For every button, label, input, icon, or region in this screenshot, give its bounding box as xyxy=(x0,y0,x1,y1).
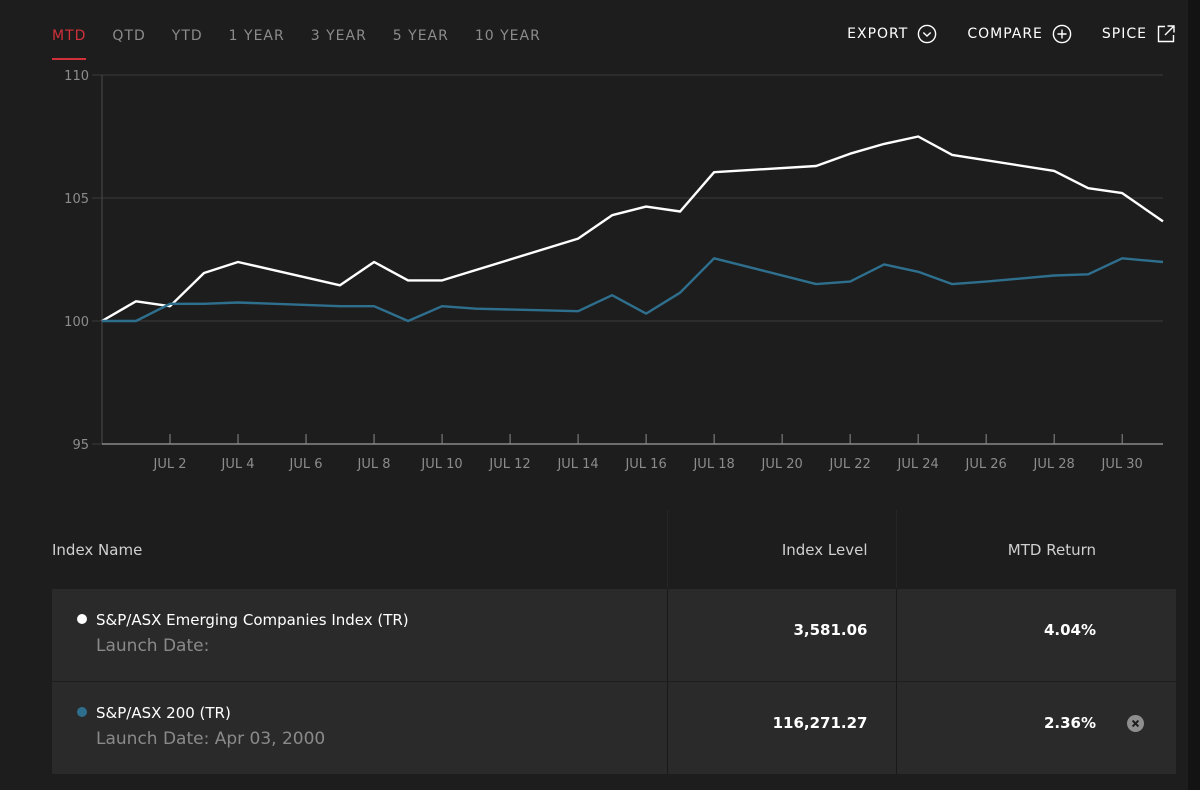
series-color-dot xyxy=(77,614,87,624)
x-tick-label: JUL 14 xyxy=(556,457,598,472)
index-comparison-table: Index Name Index Level MTD Return S&P/AS… xyxy=(52,510,1176,774)
tab-mtd[interactable]: MTD xyxy=(52,22,87,60)
series-line-emerging-companies xyxy=(101,135,1164,323)
index-name: S&P/ASX 200 (TR) xyxy=(96,704,231,722)
x-tick-label: JUL 4 xyxy=(221,457,255,472)
spice-label: SPICE xyxy=(1101,26,1147,42)
launch-date: Launch Date: Apr 03, 2000 xyxy=(96,729,326,749)
y-tick-label: 105 xyxy=(64,192,89,207)
x-tick-label: JUL 8 xyxy=(357,457,391,472)
export-label: EXPORT xyxy=(847,26,909,42)
series-color-dot xyxy=(77,707,87,717)
tab-10-year[interactable]: 10 YEAR xyxy=(475,22,541,60)
compare-label: COMPARE xyxy=(967,26,1043,42)
y-tick-label: 100 xyxy=(64,315,89,330)
x-tick-label: JUL 24 xyxy=(897,457,939,472)
performance-line-chart: 95 100 105 110 JUL 2 JUL 4 JUL 6 JUL 8 JUL 10 JUL… xyxy=(64,69,1164,472)
x-tick-label: JUL 6 xyxy=(289,457,323,472)
spice-link[interactable]: SPICE xyxy=(1102,24,1176,44)
index-performance-panel: MTD QTD YTD 1 YEAR 3 YEAR 5 YEAR 10 YEAR… xyxy=(0,0,1188,790)
period-tabs: MTD QTD YTD 1 YEAR 3 YEAR 5 YEAR 10 YEAR xyxy=(52,22,567,62)
tab-qtd[interactable]: QTD xyxy=(112,22,145,60)
x-tick-label: JUL 18 xyxy=(692,457,734,472)
tab-ytd[interactable]: YTD xyxy=(172,22,203,60)
x-tick-label: JUL 12 xyxy=(488,457,530,472)
x-tick-label: JUL 26 xyxy=(965,457,1007,472)
index-name: S&P/ASX Emerging Companies Index (TR) xyxy=(96,611,409,629)
close-icon xyxy=(1131,719,1140,728)
header-mtd-return: MTD Return xyxy=(1007,541,1096,559)
y-tick-label: 95 xyxy=(72,438,89,453)
mtd-return-value: 2.36% xyxy=(1043,714,1096,732)
tab-1-year[interactable]: 1 YEAR xyxy=(229,22,285,60)
external-link-icon xyxy=(1157,25,1175,43)
tab-5-year[interactable]: 5 YEAR xyxy=(393,22,449,60)
chart-actions: EXPORT COMPARE SPICE xyxy=(817,22,1176,46)
remove-index-button[interactable] xyxy=(1127,715,1144,732)
table-row: S&P/ASX 200 (TR) Launch Date: Apr 03, 20… xyxy=(52,682,1176,774)
x-tick-label: JUL 10 xyxy=(420,457,462,472)
index-level-value: 116,271.27 xyxy=(772,714,868,732)
table-header-row: Index Name Index Level MTD Return xyxy=(52,510,1176,588)
index-level-value: 3,581.06 xyxy=(793,621,868,639)
header-index-name: Index Name xyxy=(52,541,143,559)
mtd-return-value: 4.04% xyxy=(1043,621,1096,639)
chevron-down-circle-icon xyxy=(918,24,937,44)
compare-button[interactable]: COMPARE xyxy=(967,24,1072,44)
x-tick-label: JUL 20 xyxy=(760,457,802,472)
header-index-level: Index Level xyxy=(781,541,868,559)
x-tick-label: JUL 28 xyxy=(1033,457,1075,472)
tab-3-year[interactable]: 3 YEAR xyxy=(311,22,367,60)
launch-date: Launch Date: xyxy=(96,636,210,656)
x-tick-label: JUL 2 xyxy=(153,457,187,472)
x-tick-label: JUL 22 xyxy=(829,457,871,472)
table-row: S&P/ASX Emerging Companies Index (TR) La… xyxy=(52,589,1176,681)
x-tick-label: JUL 16 xyxy=(624,457,666,472)
y-tick-label: 110 xyxy=(64,69,89,84)
x-tick-label: JUL 30 xyxy=(1101,457,1143,472)
export-button[interactable]: EXPORT xyxy=(847,24,937,44)
plus-circle-icon xyxy=(1052,24,1072,44)
